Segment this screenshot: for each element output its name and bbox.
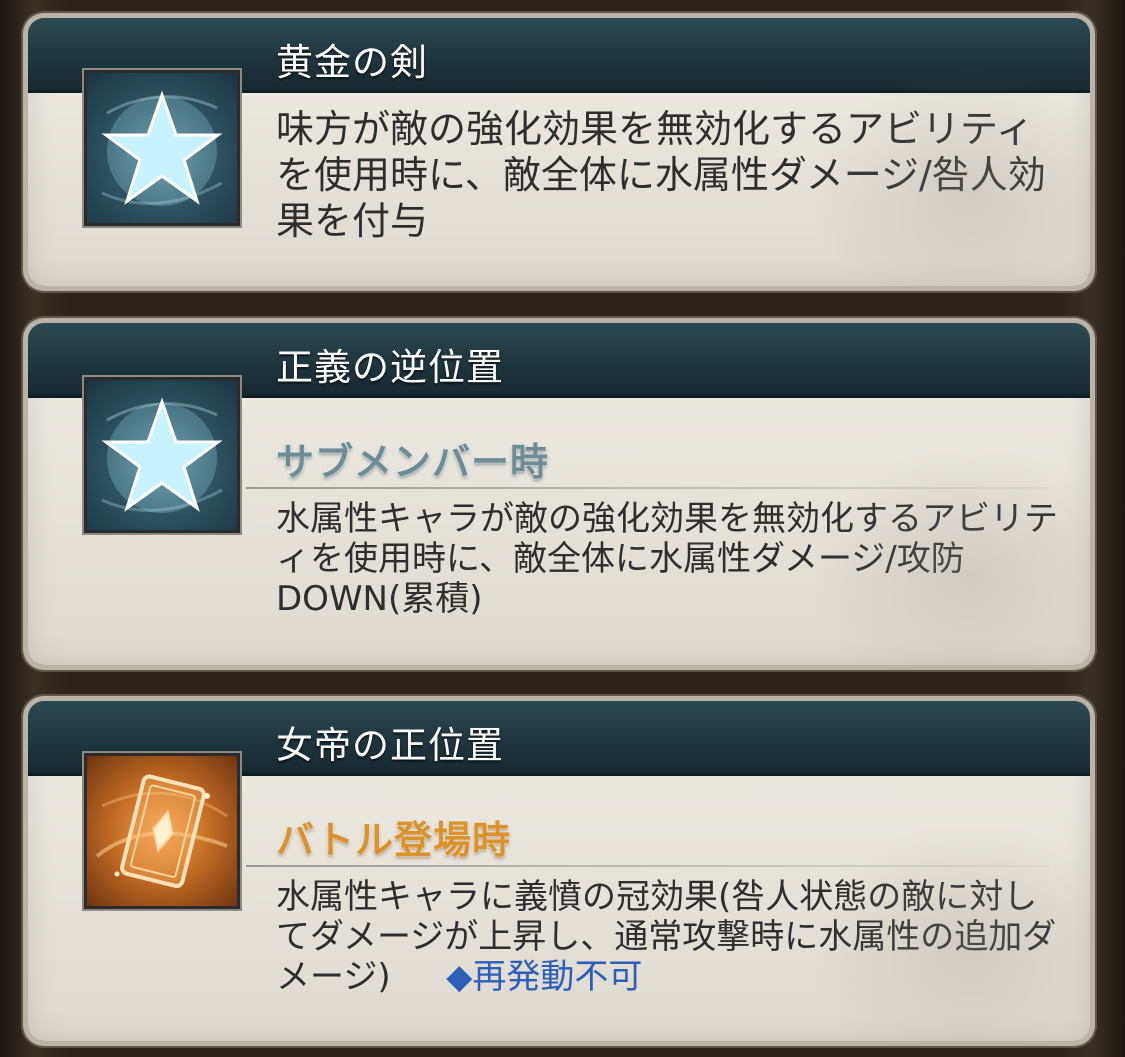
skill-card: 正義の逆位置 サブメンバー時 水属性キャラが敵の強化効果を無効化するアビリティを… [28, 323, 1090, 665]
skill-description: 水属性キャラに義憤の冠効果(咎人状態の敵に対してダメージが上昇し、通常攻撃時に水… [276, 877, 1057, 997]
skill-title: 黄金の剣 [276, 41, 428, 84]
skill-description-block: 水属性キャラに義憤の冠効果(咎人状態の敵に対してダメージが上昇し、通常攻撃時に水… [276, 877, 1066, 997]
star-icon [84, 70, 240, 226]
skill-card: 黄金の剣 味方が敵の強化効果を無効化するアビリティを使用時に、敵全体に水属性ダメ… [28, 18, 1090, 286]
condition-label: サブメンバー時 [276, 440, 550, 484]
condition-label: バトル登場時 [276, 818, 512, 862]
non-retriggerable-note: ◆再発動不可 [446, 957, 643, 997]
divider [246, 865, 1050, 867]
skill-description: 味方が敵の強化効果を無効化するアビリティを使用時に、敵全体に水属性ダメージ/咎人… [276, 107, 1046, 243]
skill-title: 女帝の正位置 [276, 724, 504, 767]
divider [246, 487, 1050, 489]
tarot-card-icon [84, 753, 240, 909]
skill-description: 水属性キャラが敵の強化効果を無効化するアビリティを使用時に、敵全体に水属性ダメー… [276, 499, 1058, 619]
skill-title: 正義の逆位置 [276, 346, 504, 389]
skill-card: 女帝の正位置 バトル登場時 水属性キャラに義憤の冠効果(咎人状態の敵に対してダメ… [28, 701, 1090, 1041]
star-icon [84, 377, 240, 533]
